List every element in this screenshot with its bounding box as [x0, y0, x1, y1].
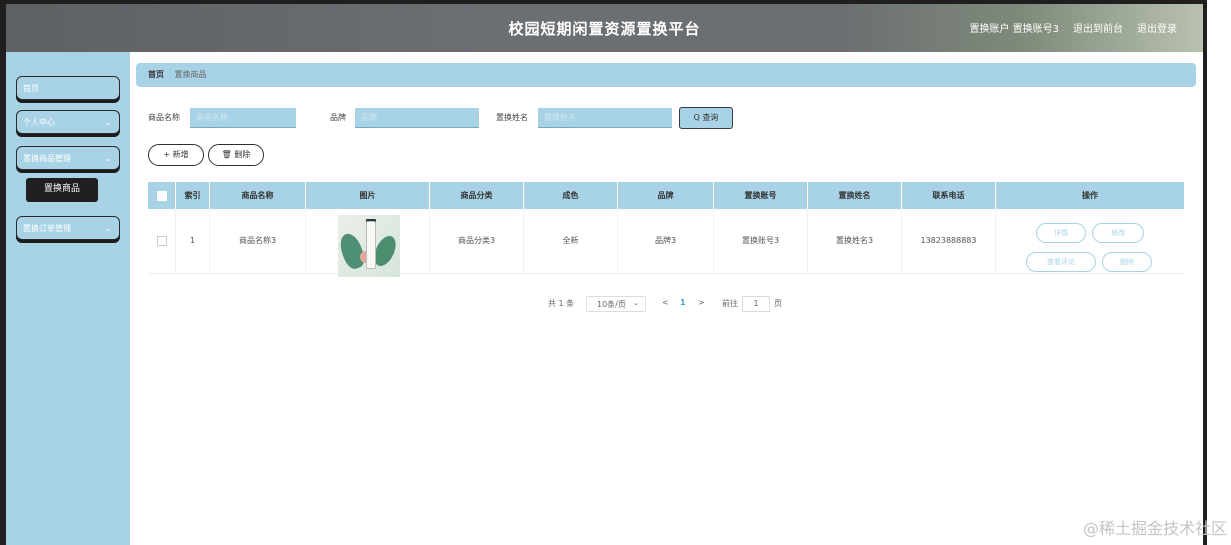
search-label-brand: 品牌	[330, 113, 346, 122]
delete-button[interactable]: 🗑 删除	[208, 144, 264, 166]
detail-button[interactable]: 详情	[1036, 223, 1086, 243]
breadcrumb-home[interactable]: 首页	[148, 70, 164, 79]
col-image: 图片	[306, 182, 430, 209]
to-front-link[interactable]: 退出到前台	[1073, 20, 1123, 35]
search-label-person: 置换姓名	[496, 113, 528, 122]
cell-name: 商品名称3	[210, 209, 306, 273]
product-image	[336, 215, 400, 277]
sidebar-item-goods-management[interactable]: 置换商品管理 ⌄	[16, 146, 120, 170]
cell-category: 商品分类3	[430, 209, 524, 273]
row-delete-button[interactable]: 删除	[1102, 252, 1152, 272]
col-account: 置换账号	[714, 182, 808, 209]
cell-brand: 品牌3	[618, 209, 714, 273]
chevron-down-icon: ⌄	[633, 299, 639, 307]
col-phone: 联系电话	[902, 182, 996, 209]
cell-condition: 全新	[524, 209, 618, 273]
cell-index: 1	[176, 209, 210, 273]
watermark: @稀土掘金技术社区	[1082, 519, 1227, 538]
sidebar-item-label: 置换商品管理	[23, 154, 71, 163]
col-index: 索引	[176, 182, 210, 209]
logout-link[interactable]: 退出登录	[1137, 20, 1177, 35]
pagination-total: 共 1 条	[548, 299, 575, 308]
select-all-checkbox[interactable]	[156, 190, 167, 201]
sidebar-item-home[interactable]: 首页	[16, 76, 120, 100]
page-size-select[interactable]: 10条/页 ⌄	[586, 296, 646, 312]
window-frame-right	[1203, 0, 1207, 545]
cell-person: 置换姓名3	[808, 209, 902, 273]
table-row: 1 商品名称3 商品分类3 全新 品牌3 置换账号3 置换姓名3 1382388…	[148, 209, 1184, 277]
search-label-name: 商品名称	[148, 113, 180, 122]
brand-input[interactable]	[355, 108, 479, 128]
sidebar-subitem-goods[interactable]: 置换商品	[26, 178, 98, 202]
sidebar: 首页 个人中心 ⌄ 置换商品管理 ⌄ 置换订单管理 ⌄	[6, 52, 130, 545]
col-name: 商品名称	[210, 182, 306, 209]
header-actions: 置换账户 置换账号3 退出到前台 退出登录	[969, 20, 1177, 35]
chevron-down-icon: ⌄	[104, 118, 111, 127]
col-brand: 品牌	[618, 182, 714, 209]
view-comments-button[interactable]: 查看评论	[1026, 252, 1096, 272]
select-all-cell	[148, 182, 176, 209]
sidebar-item-label: 首页	[23, 84, 39, 93]
col-ops: 操作	[1082, 191, 1098, 200]
sidebar-item-order-management[interactable]: 置换订单管理 ⌄	[16, 216, 120, 240]
goto-label: 前往	[722, 299, 738, 308]
breadcrumb: 首页 置换商品	[136, 63, 1196, 87]
page-number[interactable]: 1	[680, 298, 686, 307]
query-button[interactable]: Q 查询	[679, 107, 733, 129]
chevron-down-icon: ⌄	[104, 154, 111, 163]
goods-name-input[interactable]	[190, 108, 296, 128]
col-person: 置换姓名	[808, 182, 902, 209]
add-button[interactable]: + 新增	[148, 144, 204, 166]
goto-page-input[interactable]: 1	[742, 296, 770, 312]
page-unit-label: 页	[774, 299, 782, 308]
cell-phone: 13823888883	[902, 209, 996, 273]
chevron-down-icon: ⌄	[104, 224, 111, 233]
person-name-input[interactable]	[538, 108, 672, 128]
page-size-value: 10条/页	[597, 300, 626, 309]
breadcrumb-current: 置换商品	[174, 70, 207, 79]
top-header: 校园短期闲置资源置换平台 置换账户 置换账号3 退出到前台 退出登录	[6, 4, 1203, 52]
app-title: 校园短期闲置资源置换平台	[508, 19, 701, 38]
user-info: 置换账户 置换账号3	[969, 24, 1059, 35]
cell-account: 置换账号3	[714, 209, 808, 273]
row-select-cell	[148, 209, 176, 273]
sidebar-item-label: 置换订单管理	[23, 224, 71, 233]
col-condition: 成色	[524, 182, 618, 209]
tube-shape	[366, 221, 376, 269]
prev-page-icon[interactable]: <	[662, 298, 669, 307]
edit-button[interactable]: 修改	[1092, 223, 1144, 243]
sidebar-item-label: 个人中心	[23, 118, 55, 127]
table-header: 索引 商品名称 图片 商品分类 成色 品牌 置换账号 置换姓名 联系电话 操作	[148, 182, 1184, 209]
col-category: 商品分类	[430, 182, 524, 209]
sidebar-item-personal-center[interactable]: 个人中心 ⌄	[16, 110, 120, 134]
next-page-icon[interactable]: >	[698, 298, 705, 307]
row-checkbox[interactable]	[156, 235, 167, 246]
